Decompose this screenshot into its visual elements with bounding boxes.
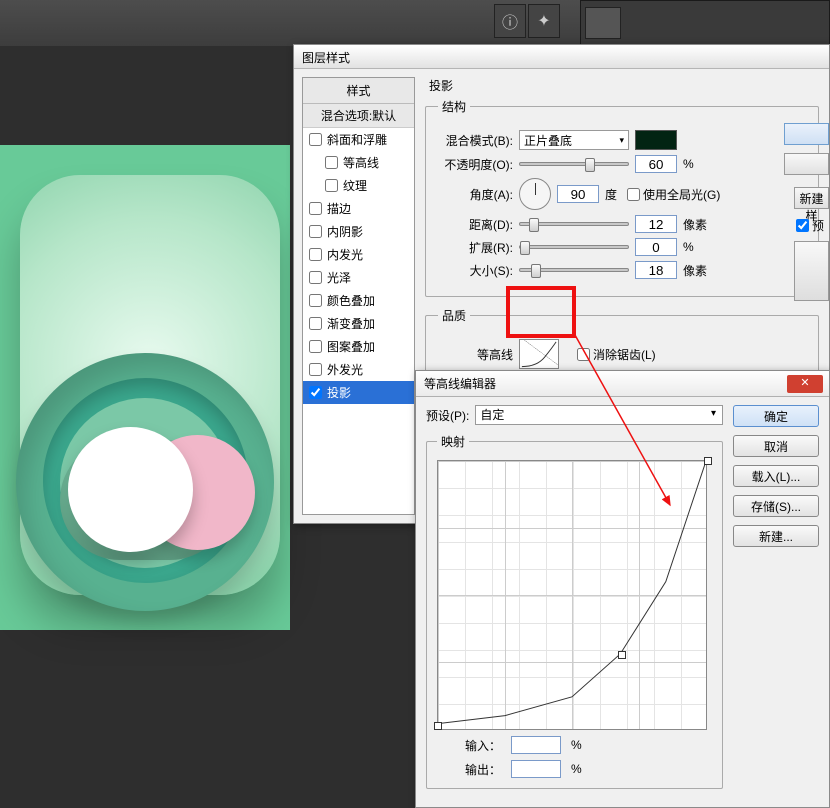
style-item-9[interactable]: 图案叠加 bbox=[303, 335, 414, 358]
opacity-unit: % bbox=[683, 157, 694, 171]
opacity-label: 不透明度(O): bbox=[438, 156, 513, 173]
angle-label: 角度(A): bbox=[438, 186, 513, 203]
close-button[interactable]: ✕ bbox=[787, 375, 823, 393]
mapping-legend: 映射 bbox=[437, 433, 469, 450]
distance-input[interactable] bbox=[635, 215, 677, 233]
section-title: 投影 bbox=[429, 77, 819, 94]
distance-unit: 像素 bbox=[683, 216, 707, 233]
structure-fieldset: 结构 混合模式(B): 正片叠底 不透明度(O): % 角度(A): 度 bbox=[425, 98, 819, 297]
mapping-fieldset: 映射 输入： % 输出： % bbox=[426, 433, 723, 789]
style-item-0[interactable]: 斜面和浮雕 bbox=[303, 128, 414, 151]
style-item-8[interactable]: 渐变叠加 bbox=[303, 312, 414, 335]
spread-slider[interactable] bbox=[519, 245, 629, 249]
opacity-input[interactable] bbox=[635, 155, 677, 173]
spread-unit: % bbox=[683, 240, 694, 254]
spread-input[interactable] bbox=[635, 238, 677, 256]
style-item-10[interactable]: 外发光 bbox=[303, 358, 414, 381]
layer-style-title-bar[interactable]: 图层样式 bbox=[294, 45, 829, 69]
output-value[interactable] bbox=[511, 760, 561, 778]
preview-swatch bbox=[794, 241, 829, 301]
size-slider[interactable] bbox=[519, 268, 629, 272]
curve-handle[interactable] bbox=[704, 457, 712, 465]
contour-new-button[interactable]: 新建... bbox=[733, 525, 819, 547]
preview-check[interactable]: 预 bbox=[796, 217, 824, 234]
highlight-box bbox=[506, 286, 576, 338]
curve-handle[interactable] bbox=[434, 722, 442, 730]
contour-load-button[interactable]: 载入(L)... bbox=[733, 465, 819, 487]
antialias-check[interactable]: 消除锯齿(L) bbox=[577, 346, 656, 363]
angle-input[interactable] bbox=[557, 185, 599, 203]
distance-slider[interactable] bbox=[519, 222, 629, 226]
canvas-background bbox=[0, 145, 290, 630]
layers-panel-preview[interactable] bbox=[580, 0, 830, 46]
blend-mode-label: 混合模式(B): bbox=[438, 132, 513, 149]
app-top-strip: ⓘ ✦ bbox=[0, 0, 830, 46]
style-item-5[interactable]: 内发光 bbox=[303, 243, 414, 266]
style-list-header[interactable]: 样式 bbox=[303, 78, 414, 104]
preview-thumbnail bbox=[585, 7, 621, 39]
dialog-ok-button[interactable] bbox=[784, 123, 829, 145]
output-unit: % bbox=[571, 762, 582, 776]
style-item-2[interactable]: 纹理 bbox=[303, 174, 414, 197]
contour-save-button[interactable]: 存储(S)... bbox=[733, 495, 819, 517]
contour-thumbnail[interactable] bbox=[519, 339, 559, 369]
size-unit: 像素 bbox=[683, 262, 707, 279]
dialog-cancel-button[interactable] bbox=[784, 153, 829, 175]
global-light-check[interactable]: 使用全局光(G) bbox=[627, 186, 720, 203]
magic-wand-icon[interactable]: ✦ bbox=[528, 4, 560, 38]
preset-label: 预设(P): bbox=[426, 407, 469, 424]
style-item-6[interactable]: 光泽 bbox=[303, 266, 414, 289]
shadow-color-swatch[interactable] bbox=[635, 130, 677, 150]
style-item-11[interactable]: 投影 bbox=[303, 381, 414, 404]
contour-ok-button[interactable]: 确定 bbox=[733, 405, 819, 427]
structure-legend: 结构 bbox=[438, 98, 470, 115]
contour-cancel-button[interactable]: 取消 bbox=[733, 435, 819, 457]
curve-handle[interactable] bbox=[618, 651, 626, 659]
icon-circle-white bbox=[68, 427, 193, 552]
contour-editor-dialog: 等高线编辑器 ✕ 预设(P): 自定 映射 输入： % bbox=[415, 370, 830, 808]
size-input[interactable] bbox=[635, 261, 677, 279]
angle-unit: 度 bbox=[605, 186, 617, 203]
quality-legend: 品质 bbox=[438, 307, 470, 324]
preset-combo[interactable]: 自定 bbox=[475, 405, 723, 425]
style-list: 样式 混合选项:默认 斜面和浮雕等高线纹理描边内阴影内发光光泽颜色叠加渐变叠加图… bbox=[302, 77, 415, 515]
contour-label: 等高线 bbox=[438, 346, 513, 363]
curve-canvas[interactable] bbox=[437, 460, 707, 730]
distance-label: 距离(D): bbox=[438, 216, 513, 233]
layer-style-title: 图层样式 bbox=[302, 51, 350, 65]
info-icon[interactable]: ⓘ bbox=[494, 4, 526, 38]
style-item-7[interactable]: 颜色叠加 bbox=[303, 289, 414, 312]
style-item-4[interactable]: 内阴影 bbox=[303, 220, 414, 243]
new-style-button[interactable]: 新建样 bbox=[794, 187, 829, 209]
opacity-slider[interactable] bbox=[519, 162, 629, 166]
style-item-3[interactable]: 描边 bbox=[303, 197, 414, 220]
spread-label: 扩展(R): bbox=[438, 239, 513, 256]
size-label: 大小(S): bbox=[438, 262, 513, 279]
input-value[interactable] bbox=[511, 736, 561, 754]
input-unit: % bbox=[571, 738, 582, 752]
blend-mode-combo[interactable]: 正片叠底 bbox=[519, 130, 629, 150]
input-label: 输入： bbox=[465, 737, 501, 754]
style-item-1[interactable]: 等高线 bbox=[303, 151, 414, 174]
blend-options-row[interactable]: 混合选项:默认 bbox=[303, 104, 414, 128]
angle-dial[interactable] bbox=[519, 178, 551, 210]
output-label: 输出： bbox=[465, 761, 501, 778]
contour-editor-title: 等高线编辑器 bbox=[424, 375, 496, 392]
contour-editor-title-bar[interactable]: 等高线编辑器 ✕ bbox=[416, 371, 829, 397]
